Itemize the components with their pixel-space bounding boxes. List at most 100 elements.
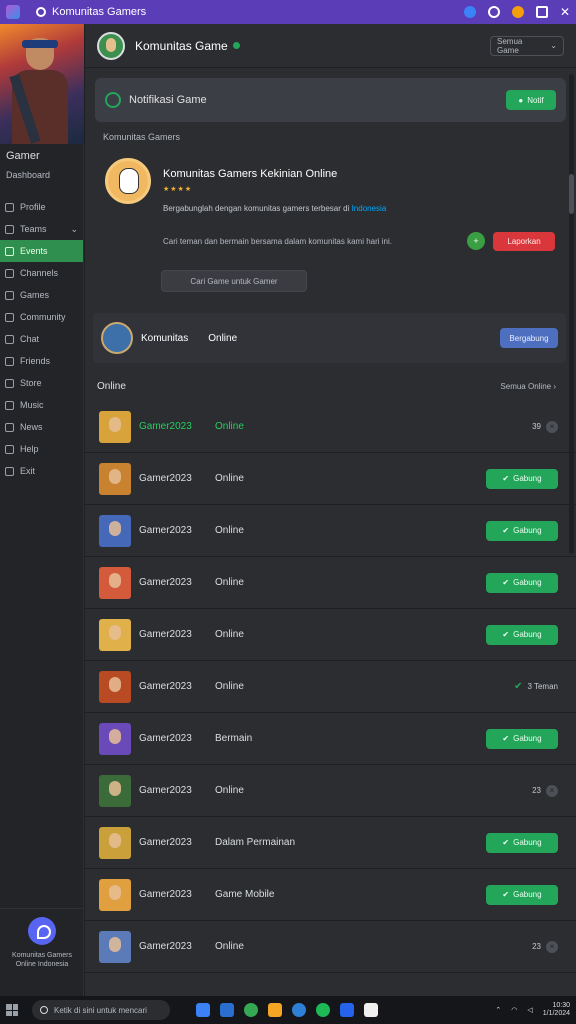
- help-icon[interactable]: [487, 6, 500, 18]
- remove-icon[interactable]: ×: [546, 784, 558, 797]
- check-icon: ✔: [502, 630, 510, 639]
- join-member-button[interactable]: ✔ Gabung: [486, 624, 558, 645]
- taskbar-app-icon[interactable]: [196, 1003, 210, 1017]
- report-button[interactable]: Laporkan: [493, 232, 555, 251]
- member-avatar[interactable]: [99, 774, 131, 807]
- chevron-up-icon[interactable]: ⌃: [495, 1006, 501, 1014]
- user-icon: [5, 202, 14, 212]
- member-name: Gamer2023: [139, 629, 192, 640]
- sidebar-nav: Profile Teams ⌄ Events Channels Games Com…: [0, 196, 83, 482]
- join-member-button[interactable]: ✔ Gabung: [486, 884, 558, 905]
- list-item[interactable]: Gamer2023 Dalam Permainan ✔ Gabung: [85, 817, 576, 869]
- join-member-button[interactable]: ✔ Gabung: [486, 572, 558, 593]
- discord-icon: [36, 7, 46, 17]
- notification-icon[interactable]: [463, 6, 476, 18]
- member-name: Gamer2023: [139, 473, 192, 484]
- app-logo-icon: [6, 5, 20, 19]
- view-all-link[interactable]: Semua Online ›: [500, 382, 556, 391]
- folder-icon[interactable]: [268, 1003, 282, 1017]
- discord-taskbar-icon[interactable]: [364, 1003, 378, 1017]
- list-item[interactable]: Gamer2023 Online ✔ 3 Teman: [85, 661, 576, 713]
- member-avatar[interactable]: [99, 514, 131, 547]
- sidebar-item-teams[interactable]: Teams ⌄: [0, 218, 83, 240]
- close-icon[interactable]: ✕: [560, 5, 570, 19]
- member-name: Gamer2023: [139, 681, 192, 692]
- remove-icon[interactable]: ×: [546, 420, 558, 433]
- notif-button[interactable]: ● Notif: [506, 90, 556, 110]
- sidebar-item-channels[interactable]: Channels: [0, 262, 83, 284]
- window-icon[interactable]: [535, 6, 548, 18]
- avatar-icon[interactable]: [511, 6, 524, 18]
- mail-icon[interactable]: [340, 1003, 354, 1017]
- description-link[interactable]: Indonesia: [352, 204, 387, 213]
- list-item[interactable]: Gamer2023 Online ✔ Gabung: [85, 453, 576, 505]
- header-avatar[interactable]: [97, 31, 125, 60]
- member-avatar[interactable]: [99, 826, 131, 859]
- game-icon: [105, 92, 121, 108]
- hero-image: [0, 24, 84, 144]
- game-filter-dropdown[interactable]: Semua Game ⌄: [490, 35, 564, 56]
- spotify-icon[interactable]: [316, 1003, 330, 1017]
- online-list: Gamer2023 Online 39 × Gamer2023 Online ✔ Gabung…: [85, 401, 576, 973]
- scrollbar[interactable]: [569, 74, 574, 554]
- list-item[interactable]: Gamer2023 Online ✔ Gabung: [85, 609, 576, 661]
- wifi-icon[interactable]: ◠: [511, 1006, 517, 1014]
- sidebar-item-events[interactable]: Events: [0, 240, 83, 262]
- member-avatar[interactable]: [99, 410, 131, 443]
- sidebar-item-help[interactable]: Help: [0, 438, 83, 460]
- member-avatar[interactable]: [99, 618, 131, 651]
- sidebar-item-profile[interactable]: Profile: [0, 196, 83, 218]
- join-member-button[interactable]: ✔ Gabung: [486, 520, 558, 541]
- windows-start-icon[interactable]: [6, 1004, 18, 1016]
- list-item[interactable]: Gamer2023 Game Mobile ✔ Gabung: [85, 869, 576, 921]
- sidebar-item-community[interactable]: Community: [0, 306, 83, 328]
- taskbar-app-icon[interactable]: [220, 1003, 234, 1017]
- member-avatar[interactable]: [99, 878, 131, 911]
- sidebar-item-news[interactable]: News: [0, 416, 83, 438]
- game-notification-card: Notifikasi Game ● Notif: [95, 78, 566, 122]
- community-name: Komunitas Gamers Kekinian Online: [163, 168, 338, 180]
- remove-icon[interactable]: ×: [546, 940, 558, 953]
- find-game-button[interactable]: Cari Game untuk Gamer: [161, 270, 307, 292]
- discord-logo-icon[interactable]: [28, 917, 56, 945]
- member-avatar[interactable]: [99, 670, 131, 703]
- main-panel: Komunitas Game Semua Game ⌄ Notifikasi Ga…: [85, 24, 576, 996]
- list-item[interactable]: Gamer2023 Online 23 ×: [85, 765, 576, 817]
- sidebar-item-chat[interactable]: Chat: [0, 328, 83, 350]
- join-member-button[interactable]: ✔ Gabung: [486, 728, 558, 749]
- member-avatar[interactable]: [99, 566, 131, 599]
- community-avatar[interactable]: [105, 158, 151, 204]
- join-member-button[interactable]: ✔ Gabung: [486, 832, 558, 853]
- list-item[interactable]: Gamer2023 Online ✔ Gabung: [85, 557, 576, 609]
- like-button[interactable]: +: [467, 232, 485, 250]
- sidebar-item-friends[interactable]: Friends: [0, 350, 83, 372]
- list-item[interactable]: Gamer2023 Online ✔ Gabung: [85, 505, 576, 557]
- sidebar-item-store[interactable]: Store: [0, 372, 83, 394]
- list-item[interactable]: Gamer2023 Online 23 ×: [85, 921, 576, 973]
- list-item[interactable]: Gamer2023 Online 39 ×: [85, 401, 576, 453]
- check-icon: ✔: [502, 890, 510, 899]
- row-action: ✔ 3 Teman: [514, 681, 558, 692]
- join-button[interactable]: Bergabung: [500, 328, 558, 348]
- edge-icon[interactable]: [292, 1003, 306, 1017]
- clock[interactable]: 10:30 1/1/2024: [543, 1002, 570, 1018]
- sidebar-item-games[interactable]: Games: [0, 284, 83, 306]
- member-status: Online: [215, 941, 244, 952]
- member-avatar[interactable]: [99, 722, 131, 755]
- member-avatar[interactable]: [99, 462, 131, 495]
- featured-member: Komunitas Online Bergabung: [93, 313, 566, 363]
- join-member-button[interactable]: ✔ Gabung: [486, 468, 558, 489]
- member-avatar[interactable]: [99, 930, 131, 963]
- browser-icon[interactable]: [244, 1003, 258, 1017]
- list-item[interactable]: Gamer2023 Bermain ✔ Gabung: [85, 713, 576, 765]
- sidebar-item-music[interactable]: Music: [0, 394, 83, 416]
- sidebar-item-exit[interactable]: Exit: [0, 460, 83, 482]
- volume-icon[interactable]: ◁: [527, 1006, 532, 1014]
- member-status: Bermain: [215, 733, 253, 744]
- main-header: Komunitas Game Semua Game ⌄: [85, 24, 576, 68]
- taskbar-search[interactable]: Ketik di sini untuk mencari: [32, 1000, 170, 1020]
- member-status: Online: [215, 421, 244, 432]
- people-icon: [5, 312, 14, 322]
- featured-avatar[interactable]: [101, 322, 133, 354]
- row-action: ✔ Gabung: [486, 884, 558, 905]
